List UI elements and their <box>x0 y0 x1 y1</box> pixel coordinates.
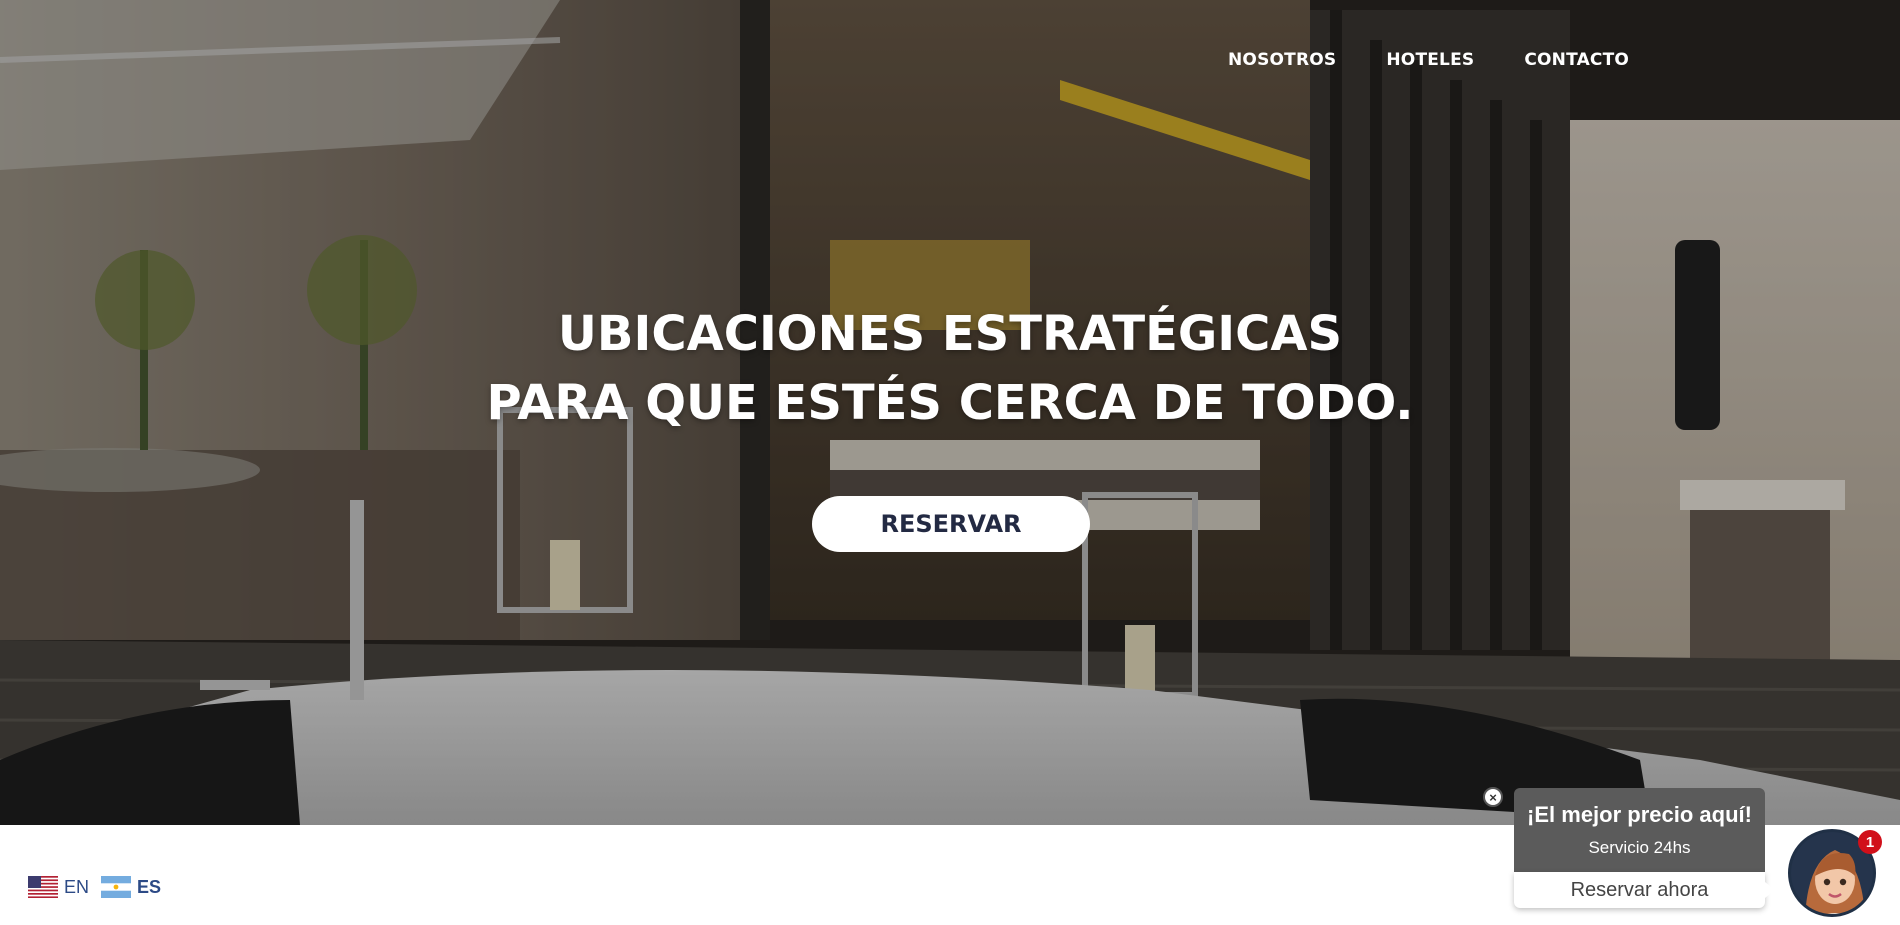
argentina-flag-icon <box>101 876 132 898</box>
hero-headline-line1: UBICACIONES ESTRATÉGICAS <box>557 306 1343 362</box>
reservar-button[interactable]: RESERVAR <box>812 496 1090 552</box>
hero-section: NOSOTROS HOTELES CONTACTO UBICACIONES ES… <box>0 0 1900 825</box>
chat-promo-bubble[interactable]: ¡El mejor precio aquí! Servicio 24hs <box>1514 788 1765 872</box>
us-flag-icon <box>28 876 58 898</box>
main-nav: NOSOTROS HOTELES CONTACTO <box>1228 50 1629 70</box>
lang-option-en[interactable]: EN <box>28 876 89 898</box>
language-switcher: EN ES <box>28 876 161 898</box>
hero-headline-line2: PARA QUE ESTÉS CERCA DE TODO. <box>486 375 1414 431</box>
nav-item-nosotros[interactable]: NOSOTROS <box>1228 50 1336 70</box>
hero-headline: UBICACIONES ESTRATÉGICAS PARA QUE ESTÉS … <box>0 300 1900 438</box>
reservar-ahora-button[interactable]: Reservar ahora <box>1514 872 1775 908</box>
lang-label-en: EN <box>64 876 90 897</box>
chat-close-button[interactable]: × <box>1483 787 1503 807</box>
nav-item-contacto[interactable]: CONTACTO <box>1524 50 1629 70</box>
chat-title: ¡El mejor precio aquí! <box>1527 802 1752 827</box>
notification-badge: 1 <box>1858 830 1882 854</box>
lang-label-es: ES <box>137 876 162 897</box>
chat-subtitle: Servicio 24hs <box>1588 838 1691 857</box>
nav-item-hoteles[interactable]: HOTELES <box>1386 50 1474 70</box>
lang-option-es[interactable]: ES <box>101 876 161 898</box>
